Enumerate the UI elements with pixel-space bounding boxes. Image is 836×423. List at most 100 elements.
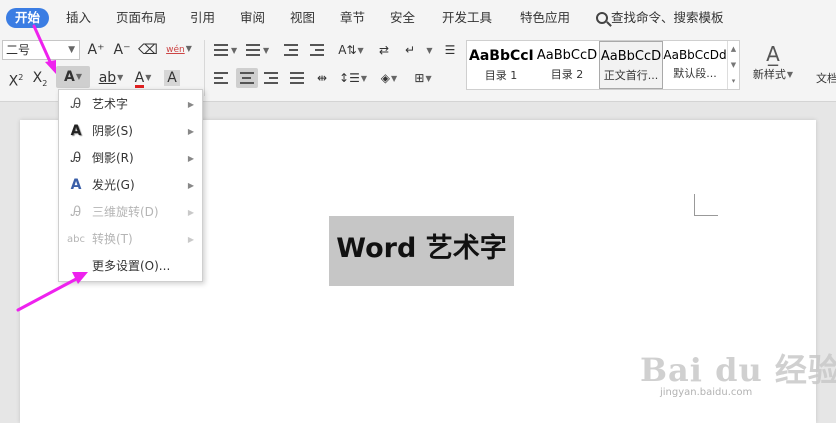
menu-item-label: 更多设置(O)... [92,259,171,273]
menu-item-art-text[interactable]: Ꭿ 艺术字 ▶ [59,91,202,118]
font-color-button[interactable]: A▼ [128,68,158,88]
align-left-icon[interactable] [214,72,228,84]
tab-developer[interactable]: 开发工具 [442,8,492,28]
menu-item-glow[interactable]: A 发光(G) ▶ [59,172,202,199]
text-effect-button[interactable]: A▼ [56,66,90,88]
tab-chapter[interactable]: 章节 [340,8,365,28]
show-marks-icon[interactable]: ↵ [400,40,420,60]
menu-item-label: 阴影(S) [92,124,133,138]
chevron-down-icon[interactable]: ▼ [231,46,237,55]
transform-icon: abc [67,234,85,245]
art-text-icon: Ꭿ [70,96,82,112]
style-sample: AaBbCcD [600,49,662,64]
menu-item-label: 倒影(R) [92,151,134,165]
highlight-button[interactable]: ab▼ [94,68,128,88]
style-gallery-scroll[interactable]: ▲ ▼ ▾ [727,41,739,89]
tab-references[interactable]: 引用 [190,8,215,28]
align-center-button[interactable] [236,68,258,88]
char-shading-icon: A [164,70,180,86]
submenu-arrow-icon: ▶ [187,208,194,217]
align-right-icon[interactable] [264,72,278,84]
text-effect-menu: Ꭿ 艺术字 ▶ A 阴影(S) ▶ Ꭿ 倒影(R) ▶ A 发光(G) ▶ Ꭿ … [58,89,203,282]
menu-item-shadow[interactable]: A 阴影(S) ▶ [59,118,202,145]
menu-item-reflection[interactable]: Ꭿ 倒影(R) ▶ [59,145,202,172]
watermark-brand: Bai du 经验 [640,351,836,389]
new-style-button[interactable]: A̲ 新样式▼ [748,42,798,82]
justify-icon[interactable] [290,72,304,84]
tab-review[interactable]: 审阅 [240,8,265,28]
font-size-select[interactable]: 二号 ▼ [2,40,80,60]
font-color-icon: A [134,70,145,88]
text-effect-icon: A [64,69,75,85]
phonetic-label: wén [166,45,185,55]
clear-format-icon[interactable]: ⌫ [138,40,158,60]
chevron-down-icon: ▼ [68,45,75,55]
tab-insert[interactable]: 插入 [66,8,91,28]
shrink-font-icon[interactable]: A⁻ [112,40,132,60]
font-size-value: 二号 [6,43,31,57]
chinese-layout-icon[interactable]: ⇄ [374,40,394,60]
subscript-icon[interactable]: X2 [30,68,50,88]
submenu-arrow-icon: ▶ [187,235,194,244]
style-name: 默认段... [673,67,717,80]
increase-indent-icon[interactable] [310,44,324,56]
tab-security[interactable]: 安全 [390,8,415,28]
new-style-icon: A̲ [766,42,780,66]
phonetic-guide-icon[interactable]: wén▼ [164,38,194,58]
distribute-icon[interactable]: ⇹ [312,68,332,88]
bullet-list-icon[interactable] [214,44,228,56]
style-name: 正文首行... [603,69,659,82]
style-sample: AaBbCcDd [663,48,727,62]
grow-font-icon[interactable]: A⁺ [86,40,106,60]
superscript-icon[interactable]: X2 [6,68,26,90]
submenu-arrow-icon: ▶ [187,154,194,163]
sort-icon[interactable]: ☰ [440,40,460,60]
style-name: 目录 1 [484,69,518,82]
style-sample: AaBbCcI [469,48,533,64]
superscript-label: X [8,73,19,90]
submenu-arrow-icon: ▶ [187,181,194,190]
tab-page-layout[interactable]: 页面布局 [116,8,166,28]
line-spacing-icon[interactable]: ↕☰▼ [338,68,368,88]
chevron-down-icon[interactable]: ▼ [263,46,269,55]
menu-item-label: 发光(G) [92,178,135,192]
shadow-icon: A [70,123,82,139]
doc-assistant-label[interactable]: 文档 [816,70,836,86]
tab-view[interactable]: 视图 [290,8,315,28]
shading-fill-icon[interactable]: ◈▼ [374,68,404,88]
toolbar-divider [204,40,205,96]
command-search[interactable]: 查找命令、搜索模板 [596,8,724,28]
menu-item-transform: abc 转换(T) ▶ [59,226,202,253]
style-default-paragraph[interactable]: AaBbCcDd 默认段... [663,41,727,89]
watermark-url: jingyan.baidu.com [660,387,753,398]
command-search-label: 查找命令、搜索模板 [611,10,724,25]
submenu-arrow-icon: ▶ [187,127,194,136]
numbered-list-icon[interactable] [246,44,260,56]
menu-bar: 开始 插入 页面布局 引用 审阅 视图 章节 安全 开发工具 特色应用 查找命令… [0,0,836,36]
style-gallery: AaBbCcI 目录 1 AaBbCcD 目录 2 AaBbCcD 正文首行..… [466,40,740,90]
word-art-text[interactable]: Word 艺术字 [329,216,514,286]
text-direction-icon[interactable]: A⇅▼ [336,40,366,60]
new-style-label: 新样式 [752,68,786,81]
3d-rotation-icon: Ꭿ [70,204,82,220]
style-sample: AaBbCcD [536,48,598,63]
menu-item-more-settings[interactable]: 更多设置(O)... [59,253,202,280]
menu-item-label: 三维旋转(D) [92,205,159,219]
tab-home[interactable]: 开始 [6,8,50,28]
subscript-label: X [32,70,43,86]
submenu-arrow-icon: ▶ [187,100,194,109]
watermark: Bai du 经验 jingyan.baidu.com [640,345,836,400]
borders-icon[interactable]: ⊞▼ [408,68,438,88]
char-shading-button[interactable]: A [162,68,182,88]
style-body-first-line[interactable]: AaBbCcD 正文首行... [599,41,663,89]
decrease-indent-icon[interactable] [284,44,298,56]
menu-item-label: 艺术字 [92,97,129,111]
chevron-down-icon[interactable]: ▼ [422,40,436,60]
menu-item-label: 转换(T) [92,232,133,246]
page-corner-mark [694,194,718,216]
style-toc-2[interactable]: AaBbCcD 目录 2 [535,41,599,89]
style-toc-1[interactable]: AaBbCcI 目录 1 [469,41,533,89]
glow-icon: A [70,177,82,193]
tab-features[interactable]: 特色应用 [520,8,570,28]
menu-item-3d-rotation: Ꭿ 三维旋转(D) ▶ [59,199,202,226]
